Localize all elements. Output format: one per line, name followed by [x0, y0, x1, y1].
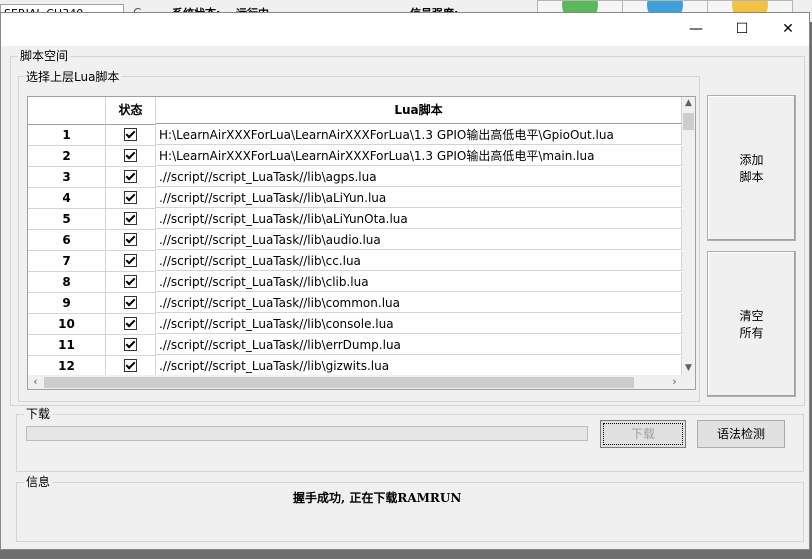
row-script-path[interactable]: .//script//script_LuaTask//lib\console.l… — [156, 314, 682, 334]
row-status-cell — [106, 146, 156, 167]
row-checkbox[interactable] — [124, 128, 137, 141]
scroll-left-icon[interactable]: ‹ — [29, 375, 42, 388]
clear-all-label-line1: 清空 — [739, 309, 764, 323]
column-header-script[interactable]: Lua脚本 — [156, 97, 682, 124]
row-number: 8 — [28, 272, 106, 293]
row-script-path[interactable]: .//script//script_LuaTask//lib\aLiYun.lu… — [156, 188, 682, 208]
row-number: 4 — [28, 188, 106, 209]
row-script-path[interactable]: .//script//script_LuaTask//lib\clib.lua — [156, 272, 682, 292]
row-status-cell — [106, 356, 156, 377]
row-checkbox[interactable] — [124, 170, 137, 183]
row-number: 2 — [28, 146, 106, 167]
row-script-path[interactable]: H:\LearnAirXXXForLua\LearnAirXXXForLua\1… — [156, 146, 682, 166]
row-number: 11 — [28, 335, 106, 356]
row-number: 6 — [28, 230, 106, 251]
row-checkbox[interactable] — [124, 191, 137, 204]
table-row[interactable]: 9 .//script//script_LuaTask//lib\common.l… — [28, 293, 682, 314]
script-table: 状态 Lua脚本 1 H:\LearnAirXXXForLua\LearnAirX… — [27, 96, 696, 390]
row-number: 5 — [28, 209, 106, 230]
row-checkbox[interactable] — [124, 338, 137, 351]
row-script-path[interactable]: H:\LearnAirXXXForLua\LearnAirXXXForLua\1… — [156, 125, 682, 145]
row-number: 10 — [28, 314, 106, 335]
close-button[interactable]: ✕ — [765, 13, 811, 46]
table-row[interactable]: 11 .//script//script_LuaTask//lib\errDump… — [28, 335, 682, 356]
row-checkbox[interactable] — [124, 254, 137, 267]
row-script-path[interactable]: .//script//script_LuaTask//lib\gizwits.l… — [156, 356, 682, 376]
column-header-index — [28, 97, 106, 125]
vertical-scrollbar[interactable]: ▲ ▼ — [682, 97, 695, 375]
table-row[interactable]: 2 H:\LearnAirXXXForLua\LearnAirXXXForLua\… — [28, 146, 682, 167]
row-script-path[interactable]: .//script//script_LuaTask//lib\agps.lua — [156, 167, 682, 187]
row-status-cell — [106, 293, 156, 314]
add-script-button[interactable]: 添加 脚本 — [707, 95, 796, 241]
table-row[interactable]: 12 .//script//script_LuaTask//lib\gizwits… — [28, 356, 682, 377]
info-message: 握手成功, 正在下载RAMRUN — [293, 491, 462, 505]
row-checkbox[interactable] — [124, 359, 137, 372]
maximize-button[interactable]: ☐ — [719, 13, 765, 46]
row-status-cell — [106, 272, 156, 293]
row-number: 7 — [28, 251, 106, 272]
clear-all-button[interactable]: 清空 所有 — [707, 251, 796, 397]
row-checkbox[interactable] — [124, 212, 137, 225]
scroll-up-icon[interactable]: ▲ — [682, 98, 695, 108]
table-row[interactable]: 1 H:\LearnAirXXXForLua\LearnAirXXXForLua\… — [28, 125, 682, 146]
row-checkbox[interactable] — [124, 317, 137, 330]
script-space-title: 脚本空间 — [18, 49, 71, 63]
row-status-cell — [106, 251, 156, 272]
download-group-title: 下载 — [24, 407, 53, 421]
select-script-title: 选择上层Lua脚本 — [24, 70, 122, 84]
vertical-scroll-thumb[interactable] — [683, 113, 694, 130]
table-header: 状态 Lua脚本 — [28, 97, 682, 125]
horizontal-scroll-thumb[interactable] — [44, 377, 634, 388]
minimize-button[interactable]: — — [673, 13, 719, 46]
row-script-path[interactable]: .//script//script_LuaTask//lib\common.lu… — [156, 293, 682, 313]
title-bar: — ☐ ✕ — [1, 13, 809, 46]
row-status-cell — [106, 188, 156, 209]
download-progress-bar — [26, 426, 588, 441]
row-script-path[interactable]: .//script//script_LuaTask//lib\errDump.l… — [156, 335, 682, 355]
row-status-cell — [106, 209, 156, 230]
scroll-down-icon[interactable]: ▼ — [682, 363, 695, 373]
table-row[interactable]: 3 .//script//script_LuaTask//lib\agps.lua — [28, 167, 682, 188]
add-script-label-line2: 脚本 — [739, 170, 764, 184]
row-status-cell — [106, 167, 156, 188]
table-row[interactable]: 6 .//script//script_LuaTask//lib\audio.lu… — [28, 230, 682, 251]
table-row[interactable]: 10 .//script//script_LuaTask//lib\console… — [28, 314, 682, 335]
table-row[interactable]: 8 .//script//script_LuaTask//lib\clib.lua — [28, 272, 682, 293]
table-row[interactable]: 5 .//script//script_LuaTask//lib\aLiYunOt… — [28, 209, 682, 230]
column-header-status[interactable]: 状态 — [106, 97, 156, 125]
download-button[interactable]: 下载 — [600, 420, 686, 448]
row-checkbox[interactable] — [124, 296, 137, 309]
row-number: 12 — [28, 356, 106, 377]
table-row[interactable]: 7 .//script//script_LuaTask//lib\cc.lua — [28, 251, 682, 272]
row-script-path[interactable]: .//script//script_LuaTask//lib\audio.lua — [156, 230, 682, 250]
horizontal-scrollbar[interactable]: ‹ › — [28, 375, 695, 389]
row-script-path[interactable]: .//script//script_LuaTask//lib\aLiYunOta… — [156, 209, 682, 229]
add-script-label-line1: 添加 — [739, 153, 764, 167]
info-group-title: 信息 — [24, 475, 53, 489]
row-checkbox[interactable] — [124, 149, 137, 162]
row-status-cell — [106, 230, 156, 251]
table-row[interactable]: 4 .//script//script_LuaTask//lib\aLiYun.l… — [28, 188, 682, 209]
clear-all-label-line2: 所有 — [739, 326, 764, 340]
row-status-cell — [106, 314, 156, 335]
row-script-path[interactable]: .//script//script_LuaTask//lib\cc.lua — [156, 251, 682, 271]
row-number: 1 — [28, 125, 106, 146]
row-number: 9 — [28, 293, 106, 314]
row-number: 3 — [28, 167, 106, 188]
row-status-cell — [106, 335, 156, 356]
row-status-cell — [106, 125, 156, 146]
scroll-right-icon[interactable]: › — [668, 375, 681, 388]
row-checkbox[interactable] — [124, 275, 137, 288]
download-dialog: — ☐ ✕ 脚本空间 选择上层Lua脚本 状态 Lua脚本 1 H:\LearnA… — [0, 12, 810, 550]
row-checkbox[interactable] — [124, 233, 137, 246]
syntax-check-button[interactable]: 语法检测 — [697, 420, 785, 448]
